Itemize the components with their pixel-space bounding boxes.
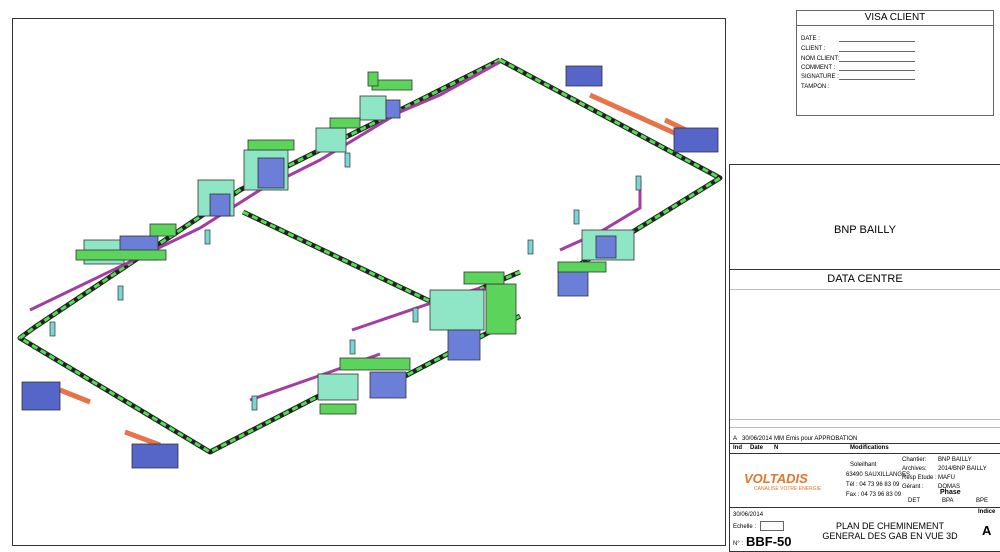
site-name: DATA CENTRE — [730, 269, 1000, 290]
revision-header-ind: Ind — [733, 445, 742, 451]
revision-description: Emis pour APPROBATION — [786, 436, 858, 442]
indice-value: A — [982, 523, 992, 538]
visa-client-box: VISA CLIENT DATE : CLIENT : NOM CLIENT: … — [796, 10, 994, 116]
info-value-resp: MAFU — [938, 475, 955, 481]
revision-header-date: Date — [750, 445, 764, 451]
cluster-south — [317, 357, 411, 415]
end-box-south-west — [21, 381, 179, 469]
visa-field-nom-client: NOM CLIENT: — [801, 56, 840, 62]
revision-grid-line — [730, 453, 1000, 454]
phase-label: Phase — [940, 489, 961, 496]
echelle-label: Echelle : — [733, 524, 757, 530]
info-label-resp: Resp Etude : — [902, 475, 937, 481]
drawing-title-line1: PLAN DE CHEMINEMENT — [835, 521, 944, 531]
visa-field-comment: COMMENT : — [801, 65, 836, 71]
revision-grid-line — [730, 419, 1000, 420]
info-value-chantier: BNP BAILLY — [938, 457, 972, 463]
info-label-gerant: Gérant : — [902, 484, 924, 490]
drawing-date: 30/06/2014 — [733, 512, 764, 518]
revision-header-modifications: Modifications — [850, 445, 889, 451]
drawing-title-line2: GENERAL DES GAB EN VUE 3D — [822, 531, 958, 541]
company-location: Soleilhant — [850, 462, 877, 468]
visa-field-signature: SIGNATURE : — [801, 74, 839, 80]
revision-header-n: N — [774, 445, 779, 451]
drop-legs — [49, 152, 642, 411]
phase-option-det: DET — [908, 498, 920, 504]
drawing-number: BBF-50 — [746, 534, 792, 549]
visa-line — [839, 70, 915, 71]
info-label-archives: Archives: — [902, 466, 927, 472]
company-tel: Tél : 04 73 96 83 09 — [846, 482, 900, 488]
revision-grid-line — [730, 427, 1000, 428]
visa-field-date: DATE : — [801, 36, 820, 42]
cluster-south-east — [429, 271, 517, 361]
magenta-busbar-route — [29, 60, 642, 402]
company-fax: Fax : 04 73 96 83 09 — [846, 492, 902, 498]
title-grid-line — [730, 507, 1000, 508]
cluster-east — [557, 229, 635, 297]
info-value-archives: 2014/BNP BAILLY — [938, 466, 987, 472]
revision-index: A — [733, 436, 738, 442]
visa-title: VISA CLIENT — [797, 11, 993, 26]
indice-label: Indice — [978, 509, 996, 515]
visa-field-client: CLIENT : — [801, 46, 826, 52]
cluster-centre — [197, 139, 295, 217]
visa-field-tampon: TAMPON : — [801, 84, 830, 90]
project-name: BNP BAILLY — [730, 165, 1000, 270]
number-label: N° : — [733, 541, 744, 547]
info-label-chantier: Chantier: — [902, 457, 927, 463]
visa-line — [839, 61, 915, 62]
revision-author: MM — [774, 436, 784, 442]
company-logo: VOLTADIS — [744, 471, 808, 486]
phase-option-bpa: BPA — [942, 498, 954, 504]
visa-line — [839, 41, 915, 42]
title-block: BNP BAILLY DATA CENTRE A 30/06/2014 MM E… — [729, 164, 1000, 552]
company-tagline: CANALISE VOTRE ENERGIE — [754, 486, 822, 492]
visa-line — [839, 79, 915, 80]
cluster-north — [359, 71, 413, 121]
echelle-box — [760, 521, 784, 531]
phase-option-bpe: BPE — [976, 498, 989, 504]
company-postcode: 63490 SAUXILLANGES — [846, 472, 911, 478]
revision-date: 30/06/2014 — [742, 436, 773, 442]
visa-line — [839, 51, 915, 52]
